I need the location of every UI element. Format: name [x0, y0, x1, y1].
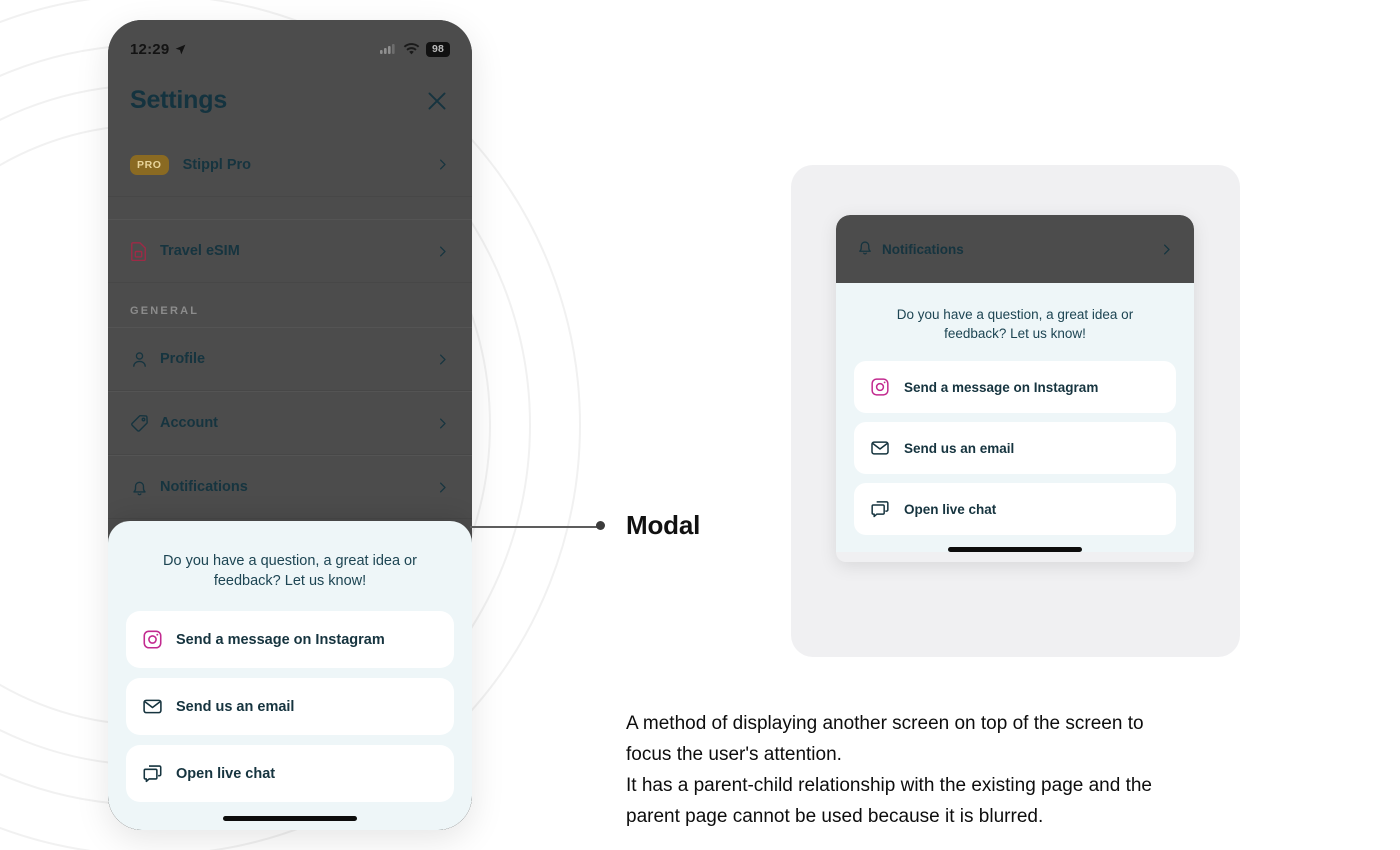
- page-title: Settings: [130, 86, 228, 114]
- detail-option-instagram[interactable]: Send a message on Instagram: [854, 361, 1176, 413]
- location-arrow-icon: [176, 44, 186, 54]
- detail-card: Notifications Do you have a question, a …: [791, 165, 1240, 657]
- callout-dot: [596, 521, 605, 530]
- sidebar-item-label: Profile: [160, 351, 206, 367]
- status-bar: 12:29 98: [108, 20, 472, 66]
- modal-option-live-chat[interactable]: Open live chat: [126, 745, 454, 802]
- chevron-right-icon: [440, 482, 446, 492]
- modal-option-label: Send a message on Instagram: [176, 631, 385, 648]
- sidebar-item-account[interactable]: Account: [108, 391, 472, 455]
- modal-option-label: Open live chat: [176, 765, 276, 782]
- sidebar-item-notifications[interactable]: Notifications: [108, 455, 472, 519]
- chat-bubbles-icon: [870, 499, 904, 519]
- modal-sheet: Do you have a question, a great idea or …: [108, 521, 472, 830]
- sidebar-item-travel-esim[interactable]: Travel eSIM: [108, 219, 472, 283]
- bell-icon: [130, 478, 160, 497]
- description-line-3: It has a parent-child relationship with …: [626, 775, 1152, 796]
- detail-modal-preview: Notifications Do you have a question, a …: [836, 215, 1194, 562]
- bell-icon: [856, 238, 874, 261]
- tag-icon: [130, 413, 160, 433]
- status-bar-time: 12:29: [130, 40, 170, 58]
- detail-option-email[interactable]: Send us an email: [854, 422, 1176, 474]
- wifi-icon: [403, 42, 420, 54]
- close-icon[interactable]: [424, 88, 450, 114]
- chat-bubbles-icon: [142, 763, 176, 784]
- person-icon: [130, 350, 160, 369]
- phone-mockup: 12:29 98 Settings PRO Stippl Pro Travel …: [108, 20, 472, 830]
- modal-option-email[interactable]: Send us an email: [126, 678, 454, 735]
- modal-option-label: Send us an email: [176, 698, 295, 715]
- chevron-right-icon: [1164, 244, 1170, 254]
- description-line-2: focus the user's attention.: [626, 744, 842, 765]
- sidebar-item-label: Notifications: [160, 479, 248, 495]
- sidebar-item-stippl-pro[interactable]: PRO Stippl Pro: [108, 133, 472, 197]
- group-title-general: GENERAL: [130, 305, 200, 317]
- detail-option-label: Send a message on Instagram: [904, 379, 1099, 395]
- description-line-1: A method of displaying another screen on…: [626, 713, 1144, 734]
- modal-prompt: Do you have a question, a great idea or …: [163, 553, 417, 589]
- detail-modal-prompt: Do you have a question, a great idea or …: [896, 307, 1134, 341]
- page-root: 12:29 98 Settings PRO Stippl Pro Travel …: [0, 0, 1400, 850]
- sidebar-item-label: Travel eSIM: [160, 243, 240, 259]
- envelope-icon: [870, 438, 904, 458]
- detail-option-live-chat[interactable]: Open live chat: [854, 483, 1176, 535]
- detail-modal-sheet: Do you have a question, a great idea or …: [836, 283, 1194, 552]
- modal-option-instagram[interactable]: Send a message on Instagram: [126, 611, 454, 668]
- chevron-right-icon: [440, 159, 446, 170]
- sidebar-item-label: Account: [160, 415, 218, 431]
- instagram-icon: [142, 629, 176, 650]
- home-indicator[interactable]: [223, 816, 357, 821]
- cellular-signal-icon: [380, 44, 395, 54]
- instagram-icon: [870, 377, 904, 397]
- description-text: A method of displaying another screen on…: [626, 708, 1306, 832]
- callout-line: [470, 526, 602, 528]
- home-indicator[interactable]: [948, 547, 1082, 552]
- detail-option-label: Send us an email: [904, 440, 1015, 456]
- description-line-4: parent page cannot be used because it is…: [626, 806, 1044, 827]
- detail-header-notifications[interactable]: Notifications: [836, 215, 1194, 283]
- envelope-icon: [142, 696, 176, 717]
- chevron-right-icon: [440, 246, 446, 256]
- sidebar-item-label: Stippl Pro: [182, 156, 252, 173]
- battery-indicator: 98: [426, 41, 450, 57]
- settings-header: Settings: [108, 66, 472, 133]
- sim-card-icon: [130, 241, 160, 261]
- callout-label: Modal: [626, 510, 701, 540]
- chevron-right-icon: [440, 418, 446, 428]
- detail-header-label: Notifications: [882, 241, 964, 257]
- sidebar-item-profile[interactable]: Profile: [108, 327, 472, 391]
- chevron-right-icon: [440, 354, 446, 364]
- pro-badge-icon: PRO: [130, 154, 169, 175]
- detail-option-label: Open live chat: [904, 501, 997, 517]
